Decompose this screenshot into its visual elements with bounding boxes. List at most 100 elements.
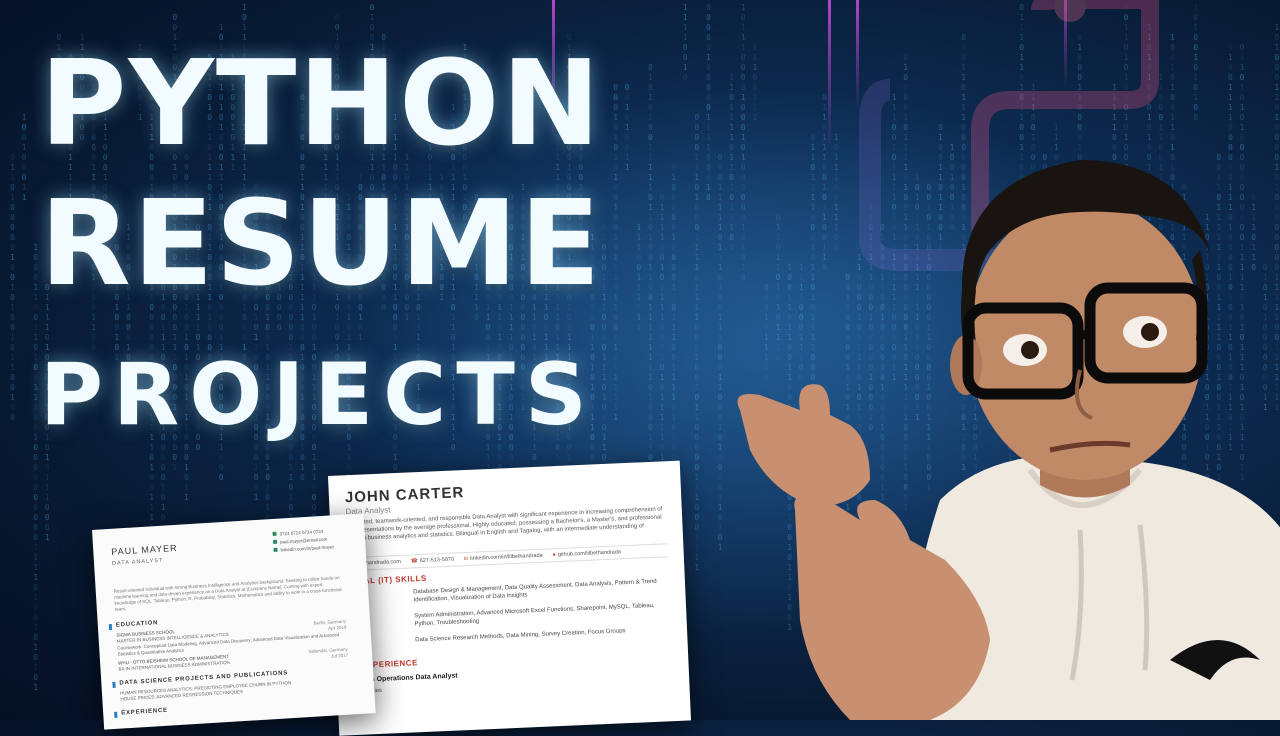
svg-text:0: 0 (33, 303, 38, 312)
svg-text:0: 0 (1019, 73, 1024, 82)
svg-text:1: 1 (1240, 123, 1245, 132)
svg-text:0: 0 (312, 493, 317, 502)
svg-text:0: 0 (671, 213, 676, 222)
svg-text:0: 0 (393, 313, 398, 322)
svg-text:0: 0 (10, 343, 15, 352)
svg-text:1: 1 (625, 163, 630, 172)
svg-text:1: 1 (694, 253, 699, 262)
svg-text:1: 1 (1274, 93, 1279, 102)
svg-text:1: 1 (1124, 73, 1129, 82)
svg-text:1: 1 (265, 463, 270, 472)
svg-text:1: 1 (497, 313, 502, 322)
svg-text:0: 0 (1228, 73, 1233, 82)
svg-text:1: 1 (613, 363, 618, 372)
svg-text:1: 1 (33, 623, 38, 632)
svg-text:0: 0 (474, 313, 479, 322)
svg-text:1: 1 (694, 303, 699, 312)
svg-text:0: 0 (288, 323, 293, 332)
svg-text:1: 1 (648, 433, 653, 442)
svg-text:0: 0 (10, 233, 15, 242)
svg-text:1: 1 (161, 503, 166, 512)
svg-text:0: 0 (219, 453, 224, 462)
svg-text:0: 0 (741, 103, 746, 112)
svg-text:1: 1 (288, 493, 293, 502)
svg-text:0: 0 (694, 203, 699, 212)
svg-text:1: 1 (648, 203, 653, 212)
svg-text:1: 1 (613, 413, 618, 422)
svg-text:1: 1 (1193, 53, 1198, 62)
svg-text:0: 0 (636, 253, 641, 262)
svg-text:1: 1 (312, 473, 317, 482)
svg-text:1: 1 (694, 293, 699, 302)
svg-text:0: 0 (1170, 73, 1175, 82)
svg-text:1: 1 (602, 293, 607, 302)
svg-text:0: 0 (706, 93, 711, 102)
svg-text:1: 1 (694, 413, 699, 422)
svg-text:0: 0 (277, 323, 282, 332)
svg-text:0: 0 (590, 323, 595, 332)
svg-text:0: 0 (300, 453, 305, 462)
svg-text:0: 0 (671, 303, 676, 312)
svg-text:0: 0 (741, 83, 746, 92)
svg-text:0: 0 (114, 313, 119, 322)
svg-text:0: 0 (694, 143, 699, 152)
svg-text:1: 1 (903, 63, 908, 72)
svg-text:0: 0 (683, 53, 688, 62)
svg-text:1: 1 (1193, 93, 1198, 102)
svg-text:1: 1 (1240, 103, 1245, 112)
svg-text:0: 0 (10, 383, 15, 392)
resume-summary: Motivated, teamwork-oriented, and respon… (345, 506, 663, 543)
svg-text:0: 0 (10, 323, 15, 332)
svg-text:1: 1 (242, 23, 247, 32)
svg-text:1: 1 (33, 243, 38, 252)
svg-text:0: 0 (671, 243, 676, 252)
svg-text:0: 0 (602, 383, 607, 392)
svg-text:0: 0 (1077, 33, 1082, 42)
svg-text:1: 1 (1193, 3, 1198, 12)
svg-text:0: 0 (1147, 123, 1152, 132)
svg-text:1: 1 (660, 373, 665, 382)
svg-text:1: 1 (196, 323, 201, 332)
svg-text:0: 0 (660, 333, 665, 342)
svg-text:1: 1 (45, 493, 50, 502)
svg-text:0: 0 (613, 313, 618, 322)
svg-text:0: 0 (33, 503, 38, 512)
svg-text:1: 1 (961, 73, 966, 82)
svg-text:0: 0 (903, 123, 908, 132)
svg-text:0: 0 (602, 223, 607, 232)
svg-text:0: 0 (613, 283, 618, 292)
svg-text:1: 1 (683, 13, 688, 22)
svg-text:0: 0 (1158, 113, 1163, 122)
svg-text:0: 0 (1158, 103, 1163, 112)
svg-text:1: 1 (660, 303, 665, 312)
svg-text:1: 1 (219, 23, 224, 32)
svg-text:0: 0 (613, 353, 618, 362)
svg-text:1: 1 (10, 193, 15, 202)
svg-text:0: 0 (335, 323, 340, 332)
svg-text:1: 1 (660, 393, 665, 402)
svg-text:0: 0 (602, 253, 607, 262)
svg-text:0: 0 (33, 493, 38, 502)
svg-text:1: 1 (207, 313, 212, 322)
svg-text:1: 1 (1112, 113, 1117, 122)
svg-text:1: 1 (1193, 73, 1198, 82)
svg-text:1: 1 (636, 233, 641, 242)
svg-text:0: 0 (694, 513, 699, 522)
svg-text:1: 1 (451, 313, 456, 322)
svg-text:1: 1 (648, 313, 653, 322)
svg-text:0: 0 (509, 453, 514, 462)
svg-text:0: 0 (590, 453, 595, 462)
svg-text:1: 1 (33, 323, 38, 332)
svg-text:0: 0 (694, 503, 699, 512)
svg-text:1: 1 (625, 153, 630, 162)
svg-text:0: 0 (33, 263, 38, 272)
svg-text:1: 1 (752, 43, 757, 52)
svg-text:1: 1 (22, 113, 27, 122)
svg-text:1: 1 (312, 463, 317, 472)
svg-text:1: 1 (10, 253, 15, 262)
svg-text:1: 1 (346, 453, 351, 462)
svg-text:0: 0 (961, 123, 966, 132)
svg-text:1: 1 (1031, 83, 1036, 92)
svg-text:1: 1 (10, 393, 15, 402)
svg-text:1: 1 (671, 313, 676, 322)
